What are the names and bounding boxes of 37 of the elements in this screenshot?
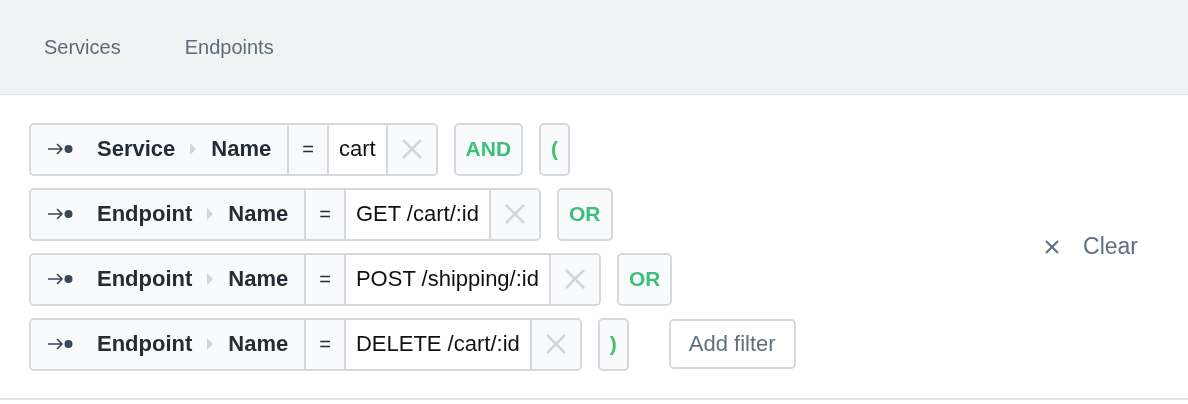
caret-icon <box>189 142 198 156</box>
remove-button[interactable] <box>387 124 436 174</box>
close-icon <box>563 268 586 290</box>
close-icon <box>1045 239 1060 254</box>
remove-button[interactable] <box>491 189 539 239</box>
entity-label: Service <box>97 136 176 162</box>
filter-field-selector[interactable]: Endpoint Name <box>31 189 307 239</box>
remove-button[interactable] <box>550 254 599 304</box>
remove-button[interactable] <box>531 319 580 369</box>
filter-field-selector[interactable]: Endpoint Name <box>31 319 307 369</box>
caret-icon <box>206 207 215 221</box>
caret-icon <box>206 272 215 286</box>
field-label: Name <box>228 331 289 357</box>
clear-button[interactable]: Clear <box>1045 233 1138 260</box>
operator-label: = <box>289 124 329 174</box>
entity-label: Endpoint <box>97 331 193 357</box>
arrow-dot-icon <box>47 337 73 351</box>
entity-label: Endpoint <box>97 201 193 227</box>
add-filter-button[interactable]: Add filter <box>668 319 796 369</box>
tab[interactable]: Services <box>44 35 121 59</box>
arrow-dot-icon <box>47 272 73 286</box>
arrow-dot-icon <box>47 142 73 156</box>
operator-label: = <box>306 319 346 369</box>
filter-field-selector[interactable]: Endpoint Name <box>31 254 307 304</box>
close-icon <box>400 138 423 160</box>
operator-label: = <box>306 254 346 304</box>
field-label: Name <box>228 201 289 227</box>
arrow-dot-icon <box>47 207 73 221</box>
close-icon <box>544 333 567 355</box>
field-label: Name <box>211 136 272 162</box>
tab[interactable]: Endpoints <box>184 35 274 59</box>
operator-label: = <box>306 189 346 239</box>
caret-icon <box>206 337 215 351</box>
entity-label: Endpoint <box>97 266 193 292</box>
filter-field-selector[interactable]: Service Name <box>31 124 290 174</box>
close-icon <box>504 203 526 225</box>
field-label: Name <box>228 266 289 292</box>
